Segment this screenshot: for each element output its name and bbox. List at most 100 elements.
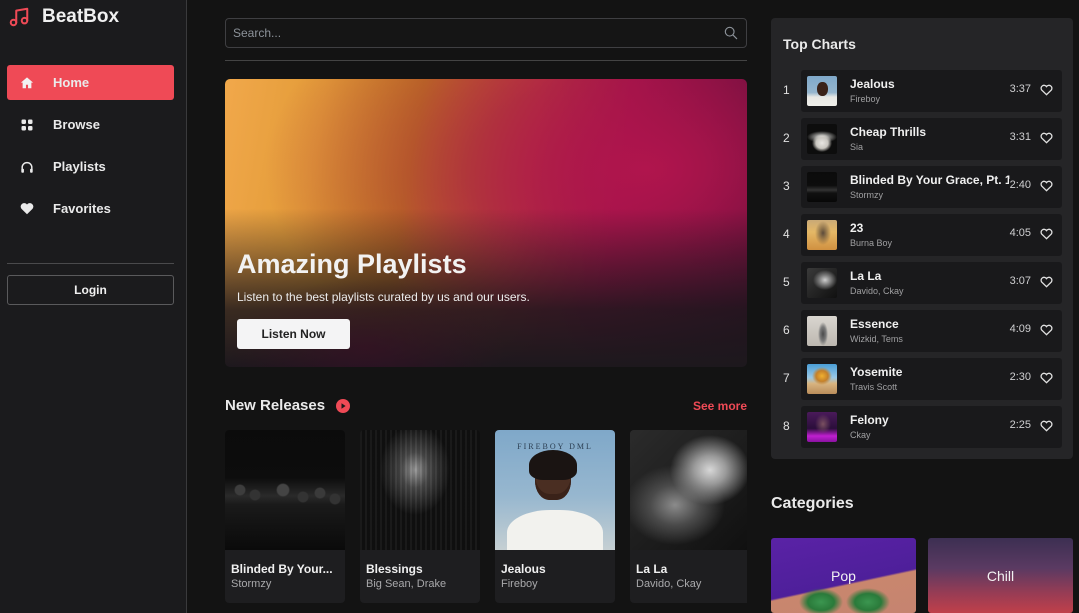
album-art	[225, 430, 345, 550]
track-artist: Fireboy	[850, 94, 881, 104]
release-card[interactable]: La La Davido, Ckay	[630, 430, 747, 603]
heart-outline-icon[interactable]	[1040, 372, 1053, 385]
grid-icon	[20, 118, 34, 132]
chart-rank: 8	[783, 419, 790, 433]
heart-outline-icon[interactable]	[1040, 84, 1053, 97]
album-art: FIREBOY DML	[495, 430, 615, 550]
top-charts-title: Top Charts	[783, 36, 856, 52]
sidebar-item-label: Favorites	[53, 201, 111, 216]
sidebar-nav: Home Browse Playlists Favorites	[7, 65, 174, 233]
chart-rank: 5	[783, 275, 790, 289]
chart-track[interactable]: Felony Ckay 2:25	[801, 406, 1062, 448]
release-title: Blessings	[366, 562, 423, 576]
track-thumbnail	[807, 220, 837, 250]
release-card[interactable]: Blinded By Your... Stormzy	[225, 430, 345, 603]
track-title: Essence	[850, 317, 899, 331]
track-thumbnail	[807, 268, 837, 298]
track-duration: 2:40	[1008, 179, 1031, 191]
hero-subtitle: Listen to the best playlists curated by …	[237, 290, 530, 304]
see-more-link[interactable]: See more	[693, 399, 747, 413]
heart-outline-icon[interactable]	[1040, 180, 1053, 193]
track-artist: Sia	[850, 142, 864, 152]
release-card[interactable]: Blessings Big Sean, Drake	[360, 430, 480, 603]
chart-row: 4 23 Burna Boy 4:05	[771, 214, 1073, 256]
track-duration: 2:25	[1008, 419, 1031, 431]
heart-outline-icon[interactable]	[1040, 228, 1053, 241]
chart-row: 7 Yosemite Travis Scott 2:30	[771, 358, 1073, 400]
play-circle-icon[interactable]	[336, 398, 351, 413]
search-bar	[225, 18, 747, 48]
chart-track[interactable]: Jealous Fireboy 3:37	[801, 70, 1062, 112]
track-title: Cheap Thrills	[850, 125, 927, 139]
chart-track[interactable]: Blinded By Your Grace, Pt. 1 Stormzy 2:4…	[801, 166, 1062, 208]
track-duration: 3:07	[1008, 275, 1031, 287]
track-duration: 4:05	[1008, 227, 1031, 239]
heart-outline-icon[interactable]	[1040, 420, 1053, 433]
release-title: Jealous	[501, 562, 546, 576]
chart-track[interactable]: Yosemite Travis Scott 2:30	[801, 358, 1062, 400]
track-duration: 2:30	[1008, 371, 1031, 383]
track-thumbnail	[807, 124, 837, 154]
music-note-icon	[8, 6, 30, 28]
home-icon	[20, 76, 34, 90]
release-card[interactable]: FIREBOY DML Jealous Fireboy	[495, 430, 615, 603]
album-art	[360, 430, 480, 550]
track-thumbnail	[807, 316, 837, 346]
sidebar-item-favorites[interactable]: Favorites	[7, 191, 174, 226]
release-artist: Davido, Ckay	[636, 578, 702, 590]
heart-outline-icon[interactable]	[1040, 324, 1053, 337]
track-duration: 4:09	[1008, 323, 1031, 335]
sidebar-item-label: Browse	[53, 117, 100, 132]
sidebar-item-browse[interactable]: Browse	[7, 107, 174, 142]
track-title: Yosemite	[850, 365, 903, 379]
chart-rank: 7	[783, 371, 790, 385]
heart-outline-icon[interactable]	[1040, 132, 1053, 145]
category-card-pop[interactable]: Pop	[771, 538, 916, 613]
track-title: Felony	[850, 413, 889, 427]
chart-track[interactable]: Essence Wizkid, Tems 4:09	[801, 310, 1062, 352]
app-name: BeatBox	[42, 6, 120, 27]
chart-rank: 6	[783, 323, 790, 337]
chart-row: 2 Cheap Thrills Sia 3:31	[771, 118, 1073, 160]
track-thumbnail	[807, 172, 837, 202]
track-duration: 3:31	[1008, 131, 1031, 143]
listen-now-button[interactable]: Listen Now	[237, 319, 350, 349]
hero-title: Amazing Playlists	[237, 249, 467, 279]
login-button[interactable]: Login	[7, 275, 174, 305]
search-input[interactable]	[226, 26, 724, 40]
app: BeatBox Home Browse Playlists Favorites …	[0, 0, 1079, 613]
release-artist: Fireboy	[501, 578, 538, 590]
album-art	[630, 430, 747, 550]
track-artist: Travis Scott	[850, 382, 898, 392]
chart-track[interactable]: 23 Burna Boy 4:05	[801, 214, 1062, 256]
track-duration: 3:37	[1008, 83, 1031, 95]
category-label: Pop	[831, 567, 856, 584]
track-artist: Burna Boy	[850, 238, 893, 248]
category-label: Chill	[986, 567, 1015, 584]
chart-row: 8 Felony Ckay 2:25	[771, 406, 1073, 448]
chart-rank: 3	[783, 179, 790, 193]
top-charts-panel: Top Charts 1 Jealous Fireboy 3:37 2 Chea…	[771, 18, 1073, 459]
chart-track[interactable]: La La Davido, Ckay 3:07	[801, 262, 1062, 304]
sidebar-item-home[interactable]: Home	[7, 65, 174, 100]
track-title: Jealous	[850, 77, 895, 91]
chart-row: 3 Blinded By Your Grace, Pt. 1 Stormzy 2…	[771, 166, 1073, 208]
sidebar-item-label: Playlists	[53, 159, 106, 174]
category-card-chill[interactable]: Chill	[928, 538, 1073, 613]
track-artist: Davido, Ckay	[850, 286, 904, 296]
track-thumbnail	[807, 76, 837, 106]
track-title: La La	[850, 269, 882, 283]
new-releases-list: Blinded By Your... Stormzy Blessings Big…	[225, 430, 747, 613]
release-title: Blinded By Your...	[231, 562, 333, 576]
logo[interactable]: BeatBox	[8, 6, 119, 28]
chart-rank: 1	[783, 83, 790, 97]
chart-track[interactable]: Cheap Thrills Sia 3:31	[801, 118, 1062, 160]
headphones-icon	[20, 160, 34, 174]
heart-outline-icon[interactable]	[1040, 276, 1053, 289]
track-title: 23	[850, 221, 864, 235]
sidebar-item-playlists[interactable]: Playlists	[7, 149, 174, 184]
track-thumbnail	[807, 364, 837, 394]
search-icon[interactable]	[724, 26, 738, 40]
track-artist: Stormzy	[850, 190, 884, 200]
categories-title: Categories	[771, 495, 854, 512]
